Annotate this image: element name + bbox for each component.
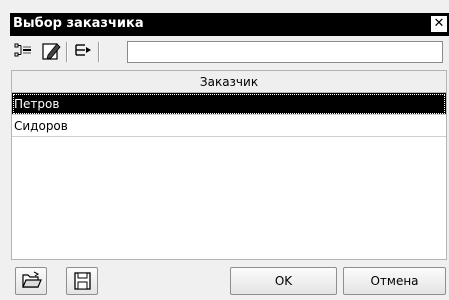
column-header-customer[interactable]: Заказчик [12, 71, 446, 93]
dialog-titlebar[interactable]: Выбор заказчика ✕ [10, 13, 449, 36]
close-button[interactable]: ✕ [431, 16, 447, 32]
cancel-button[interactable]: Отмена [343, 267, 446, 295]
dialog-title: Выбор заказчика [13, 16, 144, 31]
toolbar-separator [98, 42, 100, 62]
toolbar [10, 38, 449, 66]
table-row[interactable]: Сидоров [12, 115, 446, 137]
edit-button[interactable] [40, 40, 62, 62]
search-input[interactable] [127, 41, 443, 63]
insert-icon [75, 44, 91, 56]
edit-icon [42, 43, 61, 60]
row-label: Сидоров [14, 119, 68, 133]
toolbar-separator [66, 42, 68, 62]
save-icon [74, 272, 91, 290]
insert-button[interactable] [72, 40, 94, 62]
folder-open-icon [22, 271, 42, 288]
open-button[interactable] [15, 267, 47, 295]
expand-tree-icon [14, 43, 31, 57]
close-icon: ✕ [433, 16, 445, 31]
customer-grid: Заказчик Петров Сидоров [11, 70, 447, 260]
row-label: Петров [14, 97, 60, 111]
ok-button[interactable]: OK [230, 267, 337, 295]
save-button[interactable] [66, 267, 98, 295]
table-row[interactable]: Петров [12, 93, 446, 115]
button-bar: OK Отмена [10, 260, 449, 300]
customer-select-dialog: Выбор заказчика ✕ Заказчик Петров Сидоро… [0, 0, 449, 300]
expand-tree-button[interactable] [12, 40, 34, 62]
